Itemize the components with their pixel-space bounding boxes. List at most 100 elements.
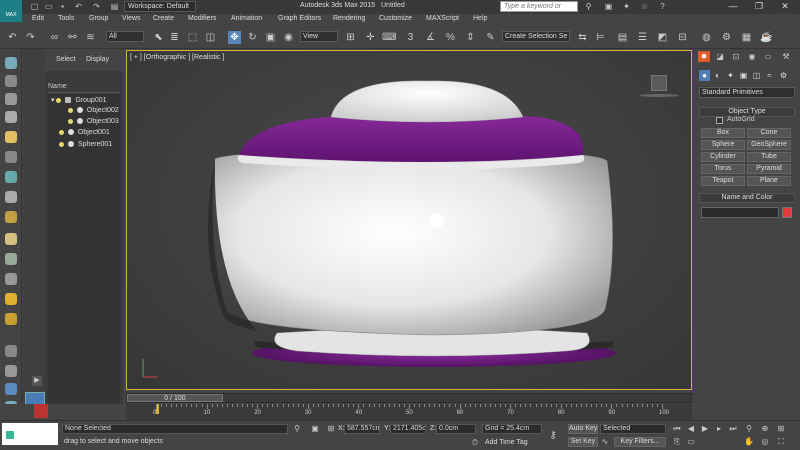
reference-coordinate-dropdown[interactable]: View [300,31,338,42]
menu-animation[interactable]: Animation [231,15,262,22]
key-filters-button[interactable]: Key Filters... [614,437,666,447]
bind-spacewarp-icon[interactable]: ≋ [84,31,97,44]
cylinder-button[interactable]: Cylinder [701,152,745,162]
menu-create[interactable]: Create [153,15,174,22]
spinner-snap-icon[interactable]: ⇕ [464,31,477,44]
favorites-icon[interactable]: ☆ [640,2,649,11]
viewport-orthographic[interactable]: [ + ] [Orthographic ] [Realistic ] [126,50,692,390]
binoculars-icon[interactable]: ⚲ [584,2,593,11]
light-bulb-icon[interactable] [68,118,73,124]
lock-selection-icon[interactable]: ⚲ [292,424,302,434]
select-rotate-icon[interactable]: ↻ [246,31,259,44]
track-bar[interactable]: 0 10 20 30 40 50 60 70 80 90 100 [126,404,692,420]
close-button[interactable]: ✕ [772,0,798,13]
column-header-name[interactable]: Name [48,83,120,93]
curve-editor-icon[interactable]: ◩ [656,31,669,44]
layer-manager-icon[interactable]: ▤ [616,31,629,44]
frame-number-icon[interactable]: ▭ [686,437,696,447]
display-tab-icon[interactable]: ▭ [762,51,774,62]
x-coordinate-field[interactable]: 587.557cm [344,424,380,434]
menu-rendering[interactable]: Rendering [333,15,365,22]
communication-icon[interactable]: ✦ [622,2,631,11]
plane-button[interactable]: Plane [747,176,791,186]
maximize-button[interactable]: ❐ [746,0,772,13]
window-crossing-icon[interactable]: ◫ [204,31,217,44]
table-icon[interactable] [5,111,17,123]
light-bulb-icon[interactable] [68,107,73,113]
z-coordinate-field[interactable]: 0.0cm [436,424,476,434]
motion-tab-icon[interactable]: ◉ [746,51,758,62]
object-name-field[interactable] [701,207,779,218]
main-shell[interactable] [212,148,613,336]
pan-icon[interactable]: ✋ [744,437,754,447]
percent-snap-icon[interactable]: % [444,31,457,44]
time-slider[interactable]: 0 / 100 [126,393,692,403]
time-slider-thumb[interactable]: 0 / 100 [127,394,223,402]
cone-button[interactable]: Cone [747,128,791,138]
auto-key-button[interactable]: Auto Key [568,424,598,434]
expander-icon[interactable]: ▾ [51,97,55,104]
go-to-start-icon[interactable]: ⏮ [672,424,682,434]
minimize-button[interactable]: — [720,0,746,13]
viewcube-ring[interactable] [639,94,679,97]
next-frame-icon[interactable]: ▸ [714,424,724,434]
select-scale-icon[interactable]: ▣ [264,31,277,44]
mirror-icon[interactable]: ⇆ [576,31,589,44]
y-coordinate-field[interactable]: 2171.405c [390,424,426,434]
sphere-button[interactable]: Sphere [701,140,745,150]
rendered-frame-icon[interactable]: ▦ [740,31,753,44]
mini-curve-editor-icon[interactable] [34,404,48,418]
render-production-icon[interactable]: ☕ [760,31,773,44]
menu-edit[interactable]: Edit [32,15,44,22]
lights-icon[interactable]: ✦ [725,70,736,81]
pivot-center-icon[interactable]: ⊞ [344,31,357,44]
key-mode-toggle-icon[interactable]: ⎘ [672,437,682,447]
menu-maxscript[interactable]: MAXScript [426,15,459,22]
top-dome[interactable] [330,80,524,123]
menu-group[interactable]: Group [89,15,108,22]
scene-explorer-icon[interactable]: ☰ [636,31,649,44]
box-primitive-icon[interactable] [5,75,17,87]
box-blue-icon[interactable] [5,383,17,395]
teapot-button[interactable]: Teapot [701,176,745,186]
zoom-all-icon[interactable]: ⊕ [760,424,770,434]
schematic-view-icon[interactable]: ⊟ [676,31,689,44]
utilities-tab-icon[interactable]: ⚒ [780,51,792,62]
new-file-icon[interactable]: ▢ [30,2,39,11]
redo-icon[interactable]: ↷ [92,2,101,11]
viewcube[interactable] [651,75,667,91]
light-bulb-icon[interactable] [59,141,64,147]
search-input[interactable]: Type a keyword or phrase [500,1,578,20]
named-selection-set-dropdown[interactable]: Create Selection Se [502,31,570,42]
set-key-icon[interactable]: ⚷ [548,431,558,441]
systems-icon[interactable]: ⚙ [778,70,789,81]
save-file-icon[interactable]: ▪ [58,2,67,11]
geometry-icon[interactable]: ● [699,70,710,81]
camera-icon[interactable] [5,151,17,163]
autogrid-checkbox[interactable] [716,117,723,124]
particle-icon[interactable] [5,345,17,357]
set-key-curve-icon[interactable]: ∿ [600,437,610,447]
rect-selection-icon[interactable]: ⬚ [186,31,199,44]
light-bulb-icon[interactable] [59,129,64,135]
cone-icon[interactable] [5,273,17,285]
list-item-group001[interactable]: ▾ Group001 [51,96,107,106]
zoom-extents-icon[interactable]: ⊞ [776,424,786,434]
shapes-icon[interactable]: ◐ [712,70,723,81]
absolute-mode-icon[interactable]: ⊞ [326,424,336,434]
expand-arrow-icon[interactable]: ▶ [32,376,42,386]
project-folder-icon[interactable]: ▤ [110,2,119,11]
menu-customize[interactable]: Customize [379,15,412,22]
menu-graph-editors[interactable]: Graph Editors [278,15,321,22]
list-item-object003[interactable]: Object003 [68,117,119,127]
dome-icon[interactable] [5,233,17,245]
snaps-toggle-icon[interactable]: 3 [404,31,417,44]
play-icon[interactable]: ▶ [700,424,710,434]
undo-icon[interactable]: ↶ [74,2,83,11]
hierarchy-tab-icon[interactable]: ⊡ [730,51,742,62]
open-file-icon[interactable]: ▭ [44,2,53,11]
menu-tools[interactable]: Tools [58,15,74,22]
zoom-icon[interactable]: ⚲ [744,424,754,434]
shape-icon[interactable] [5,191,17,203]
select-by-name-icon[interactable]: ≣ [168,31,181,44]
